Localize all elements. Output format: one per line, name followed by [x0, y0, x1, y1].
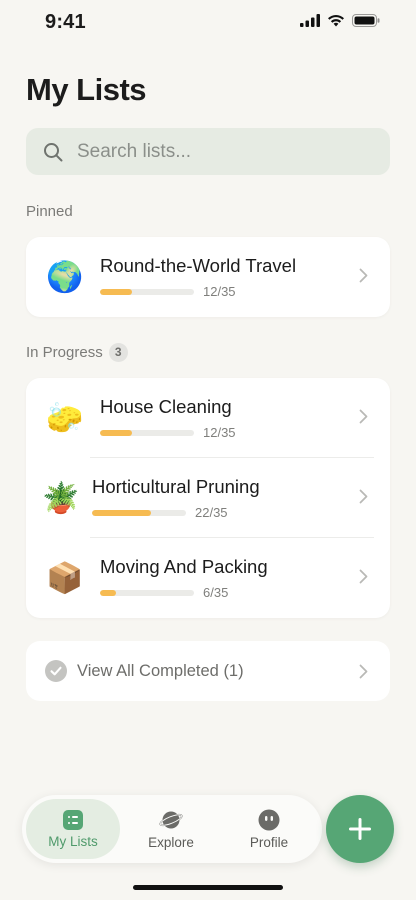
tab-profile[interactable]: Profile [222, 799, 316, 859]
list-item-title: House Cleaning [100, 396, 232, 417]
add-list-button[interactable] [326, 795, 394, 863]
status-time: 9:41 [45, 11, 86, 33]
progress-bar-fill [100, 289, 133, 295]
progress-bar [100, 289, 194, 295]
search-icon [44, 142, 63, 161]
list-icon [63, 809, 83, 830]
list-item-round-the-world-travel[interactable]: 🌍 Round-the-World Travel 12/35 [26, 237, 390, 317]
progress-count: 12/35 [203, 425, 236, 440]
progress-bar-fill [100, 590, 117, 596]
box-icon: 📦 [46, 562, 84, 595]
planet-icon [159, 811, 183, 828]
list-item-house-cleaning[interactable]: 🧽 House Cleaning 12/35 [26, 378, 390, 458]
chevron-right-icon [359, 268, 368, 283]
battery-icon [352, 14, 380, 27]
list-item-title: Horticultural Pruning [92, 476, 260, 497]
list-item-horticultural-pruning[interactable]: 🪴 Horticultural Pruning 22/35 [26, 458, 390, 538]
list-item-title: Moving And Packing [100, 556, 268, 577]
tab-label: Explore [148, 834, 194, 850]
count-badge: 3 [108, 343, 128, 362]
tab-label: Profile [249, 834, 289, 850]
progress-bar-fill [100, 430, 133, 436]
progress-bar [100, 590, 194, 596]
in-progress-section-label: In Progress 3 [26, 343, 128, 362]
tab-explore[interactable]: Explore [124, 799, 218, 859]
tab-label: My Lists [48, 833, 98, 849]
view-all-completed-button[interactable]: View All Completed (1) [26, 641, 390, 701]
view-all-completed-label: View All Completed (1) [77, 661, 244, 680]
pinned-section-label: Pinned [26, 203, 73, 220]
list-item-title: Round-the-World Travel [100, 255, 297, 276]
progress-count: 12/35 [203, 284, 236, 299]
pinned-card: 🌍 Round-the-World Travel 12/35 [26, 237, 390, 317]
globe-icon: 🌍 [46, 261, 84, 294]
progress-count: 6/35 [203, 585, 229, 600]
in-progress-card: 🧽 House Cleaning 12/35 🪴 Horticultural P… [26, 378, 390, 618]
chevron-right-icon [359, 489, 368, 504]
status-bar: 9:41 [0, 0, 416, 46]
progress-bar-fill [92, 510, 152, 516]
cellular-signal-icon [300, 14, 320, 27]
progress-bar [100, 430, 194, 436]
tab-my-lists[interactable]: My Lists [26, 799, 120, 859]
plus-icon [349, 818, 371, 840]
chevron-right-icon [359, 569, 368, 584]
page-title: My Lists [26, 72, 147, 107]
progress-bar [92, 510, 186, 516]
chevron-right-icon [359, 409, 368, 424]
list-item-moving-and-packing[interactable]: 📦 Moving And Packing 6/35 [26, 538, 390, 618]
search-bar[interactable] [26, 128, 390, 175]
wifi-icon [328, 14, 344, 27]
search-input[interactable] [77, 140, 377, 163]
face-icon [258, 809, 280, 830]
home-indicator [133, 885, 283, 890]
chevron-right-icon [359, 664, 368, 679]
checkmark-circle-icon [45, 660, 67, 682]
cleaning-bucket-icon: 🧽 [46, 402, 84, 435]
tab-bar: My Lists Explore Profile [22, 795, 322, 863]
progress-count: 22/35 [195, 505, 228, 520]
potted-plant-icon: 🪴 [42, 482, 80, 515]
